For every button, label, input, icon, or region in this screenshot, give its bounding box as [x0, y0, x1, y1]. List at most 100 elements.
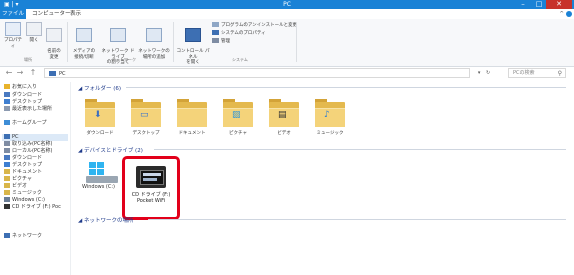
address-bar[interactable]: PC [44, 68, 470, 78]
add-location-label: ネットワークの 場所の追加 [138, 49, 170, 60]
tab-file[interactable]: ファイル [0, 9, 26, 19]
folder-label: ピクチャ [229, 131, 247, 136]
ribbon-separator [67, 22, 68, 62]
open-button[interactable]: 開く [26, 22, 42, 44]
folder-overlay-icon: ▤ [278, 110, 287, 120]
folder-item[interactable]: ▭ デスクトップ [126, 98, 166, 136]
nav-item[interactable]: ネットワーク [4, 233, 42, 240]
nav-item[interactable]: 最近表示した場所 [4, 106, 52, 113]
folder-overlay-icon: ▨ [232, 110, 241, 120]
windows-drive-icon [86, 162, 118, 184]
close-button[interactable]: ✕ [546, 0, 572, 9]
up-button[interactable]: ↑ [28, 68, 38, 78]
manage-button[interactable]: 管理 [212, 38, 230, 45]
download-icon [4, 155, 10, 160]
uninstall-label: プログラムのアンインストールと変更 [221, 23, 298, 28]
open-label: 開く [29, 38, 39, 43]
folder-item[interactable]: ドキュメント [172, 98, 212, 136]
system-properties-button[interactable]: システムのプロパティ [212, 30, 266, 37]
nav-item[interactable]: お気に入り [4, 84, 37, 91]
folder-label: ビデオ [277, 131, 291, 136]
ribbon-tabs: ファイル コンピューター 表示 ^ [0, 9, 574, 19]
section-divider [148, 219, 566, 220]
uninstall-programs-button[interactable]: プログラムのアンインストールと変更 [212, 22, 297, 29]
rename-icon [46, 27, 62, 42]
media-access-label: メディアの 接続/切断 [72, 49, 96, 60]
navigation-pane: お気に入り ダウンロード デスクトップ 最近表示した場所 ホームグループ PC 取り込み(P… [0, 82, 70, 275]
address-row: ← → ↑ PC ▾ ↻ PCの検索 ⚲ [0, 67, 574, 80]
control-panel-icon [185, 27, 201, 42]
media-icon [76, 27, 92, 42]
download-icon [4, 92, 10, 97]
minimize-button[interactable]: – [516, 0, 530, 9]
tab-view[interactable]: 表示 [70, 9, 81, 19]
nav-item-label: ドキュメント [12, 169, 43, 175]
forward-button[interactable]: → [15, 68, 25, 78]
folder-overlay-icon: ⬇ [94, 110, 102, 120]
folder-icon: ⬇ [83, 98, 117, 128]
folder-item[interactable]: ▨ ピクチャ [218, 98, 258, 136]
nav-item[interactable]: ダウンロード [4, 92, 42, 99]
open-icon [26, 22, 42, 36]
nav-item[interactable]: ドキュメント [4, 169, 42, 176]
nav-item[interactable]: デスクトップ [4, 162, 42, 169]
search-icon: ⚲ [557, 70, 562, 77]
back-button[interactable]: ← [4, 68, 14, 78]
folder-icon [175, 98, 209, 128]
nav-item[interactable]: ローカル(PC名称) [4, 148, 52, 155]
ribbon: プロパティ 開く 名前の 変更 場所 メディアの 接続/切断 ネットワーク ドラ… [0, 19, 574, 67]
ribbon-collapse-button[interactable]: ^ [559, 9, 564, 19]
nav-item[interactable]: Windows (C:) [4, 197, 45, 204]
search-input[interactable]: PCの検索 ⚲ [508, 68, 566, 78]
media-access-button[interactable]: メディアの 接続/切断 [70, 22, 98, 60]
nav-item[interactable]: PC [2, 134, 68, 141]
properties-button[interactable]: プロパティ [2, 22, 24, 49]
nav-item[interactable]: ピクチャ [4, 176, 32, 183]
cd-drive-icon [4, 204, 10, 209]
highlight-box: CD ドライブ (F:) Pocket WiFi [122, 156, 180, 220]
nav-item[interactable]: ダウンロード [4, 155, 42, 162]
folder-overlay-icon: ♪ [324, 110, 330, 120]
tab-computer[interactable]: コンピューター [32, 9, 71, 19]
nav-item[interactable]: ミュージック [4, 190, 42, 197]
folder-item[interactable]: ⬇ ダウンロード [80, 98, 120, 136]
pocket-wifi-icon [136, 166, 166, 188]
folder-item[interactable]: ♪ ミュージック [310, 98, 350, 136]
desktop-icon [4, 162, 10, 167]
device-icon [4, 141, 10, 146]
control-panel-button[interactable]: コントロール パネル を開く [176, 22, 210, 66]
nav-item[interactable]: CD ドライブ (F:) Poc [4, 204, 61, 211]
devices-section-header[interactable]: ◢ デバイスとドライブ (2) [78, 146, 143, 154]
rename-label: 名前の 変更 [47, 49, 61, 60]
address-controls: ▾ ↻ [470, 68, 498, 78]
rename-button[interactable]: 名前の 変更 [44, 22, 64, 60]
folder-icon: ▤ [267, 98, 301, 128]
nav-item-label: PC [12, 134, 19, 140]
drive-icon [4, 197, 10, 202]
nav-item-label: 最近表示した場所 [12, 106, 53, 112]
maximize-button[interactable]: □ [532, 0, 546, 9]
folder-item[interactable]: ▤ ビデオ [264, 98, 304, 136]
ribbon-separator [173, 22, 174, 62]
add-location-button[interactable]: ネットワークの 場所の追加 [138, 22, 170, 60]
network-drive-icon [110, 27, 126, 42]
refresh-button[interactable]: ↻ [486, 70, 490, 76]
drive-windows[interactable]: Windows (C:) [82, 162, 122, 190]
nav-item-label: デスクトップ [12, 99, 43, 105]
section-divider [126, 87, 566, 88]
pane-divider [70, 82, 71, 275]
nav-item[interactable]: デスクトップ [4, 99, 42, 106]
nav-item-label: ネットワーク [12, 233, 43, 239]
nav-item-label: お気に入り [12, 84, 38, 90]
window-title: PC [283, 1, 291, 8]
help-icon[interactable] [566, 11, 572, 17]
folders-section-header[interactable]: ◢ フォルダー (6) [78, 84, 121, 92]
address-dropdown-button[interactable]: ▾ [478, 70, 481, 76]
nav-item[interactable]: 取り込み(PC名称) [4, 141, 52, 148]
nav-item[interactable]: ビデオ [4, 183, 27, 190]
nav-item-label: 取り込み(PC名称) [12, 141, 53, 147]
network-section-header[interactable]: ◢ ネットワークの場所 [78, 216, 133, 224]
homegroup-icon [4, 120, 10, 125]
nav-item-label: ピクチャ [12, 176, 32, 182]
nav-item[interactable]: ホームグループ [4, 120, 47, 127]
